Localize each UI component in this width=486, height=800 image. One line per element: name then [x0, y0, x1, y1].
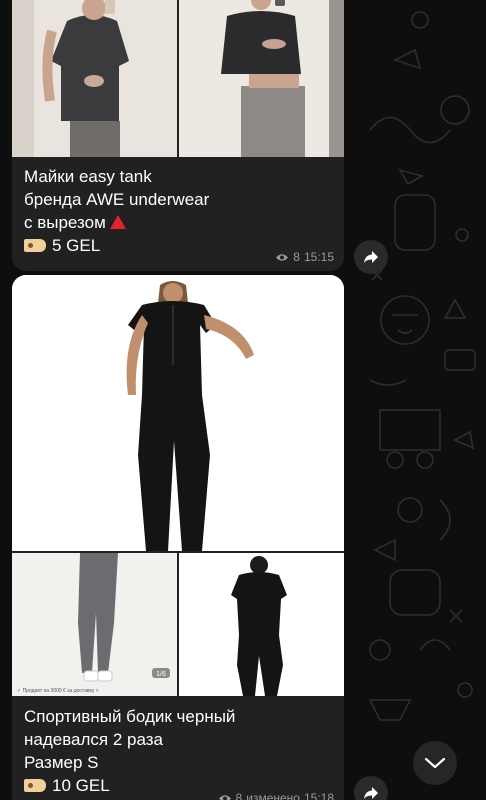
eye-icon [276, 253, 289, 261]
edited-label: изменено [246, 791, 300, 800]
share-arrow-icon [364, 251, 378, 263]
red-triangle-icon [109, 215, 126, 229]
caption-line: Размер S [24, 753, 99, 772]
price-value: 10 GEL [52, 776, 110, 795]
photo-leggings-gray[interactable]: 1/6 ✓ Продает на 3000 € за доставку > [12, 553, 177, 696]
photo-tank-top-front[interactable] [12, 0, 177, 157]
caption-line: бренда AWE underwear [24, 190, 210, 209]
message-time: 15:15 [303, 250, 334, 264]
message-time: 15:18 [303, 791, 334, 800]
label-tag-icon [24, 239, 46, 252]
caption-bodysuit: Спортивный бодик черный надевался 2 раза… [12, 696, 344, 797]
message-bubble-bodysuit[interactable]: 1/6 ✓ Продает на 3000 € за доставку > Сп… [12, 275, 344, 800]
eye-icon [218, 794, 231, 800]
caption-line: надевался 2 раза [24, 730, 164, 749]
caption-line: Спортивный бодик черный [24, 707, 236, 726]
photo-bodysuit-main[interactable] [12, 275, 344, 551]
caption-line: с вырезом [24, 213, 106, 232]
chevron-down-icon [424, 757, 446, 769]
share-arrow-icon [364, 787, 378, 799]
view-count: 8 [293, 250, 300, 264]
thumb-badge: 1/6 [156, 671, 166, 678]
caption-line-with-icon: с вырезом [24, 211, 332, 234]
message-meta: 8 изменено 15:18 [218, 791, 334, 800]
caption-line: Майки easy tank [24, 167, 152, 186]
share-button[interactable] [354, 240, 388, 274]
message-bubble-tank-tops[interactable]: Майки easy tank бренда AWE underwear с в… [12, 0, 344, 271]
caption-tank-tops: Майки easy tank бренда AWE underwear с в… [12, 157, 344, 257]
price-value: 5 GEL [52, 236, 101, 255]
label-tag-icon [24, 779, 46, 792]
message-meta: 8 15:15 [275, 250, 334, 264]
view-count: 8 [235, 791, 243, 800]
photo-tank-top-mirror[interactable] [179, 0, 344, 157]
thumb-caption: ✓ Продает на 3000 € за доставку > [17, 688, 99, 694]
scroll-to-bottom-button[interactable] [413, 741, 457, 785]
photo-bodysuit-back[interactable] [179, 553, 344, 696]
